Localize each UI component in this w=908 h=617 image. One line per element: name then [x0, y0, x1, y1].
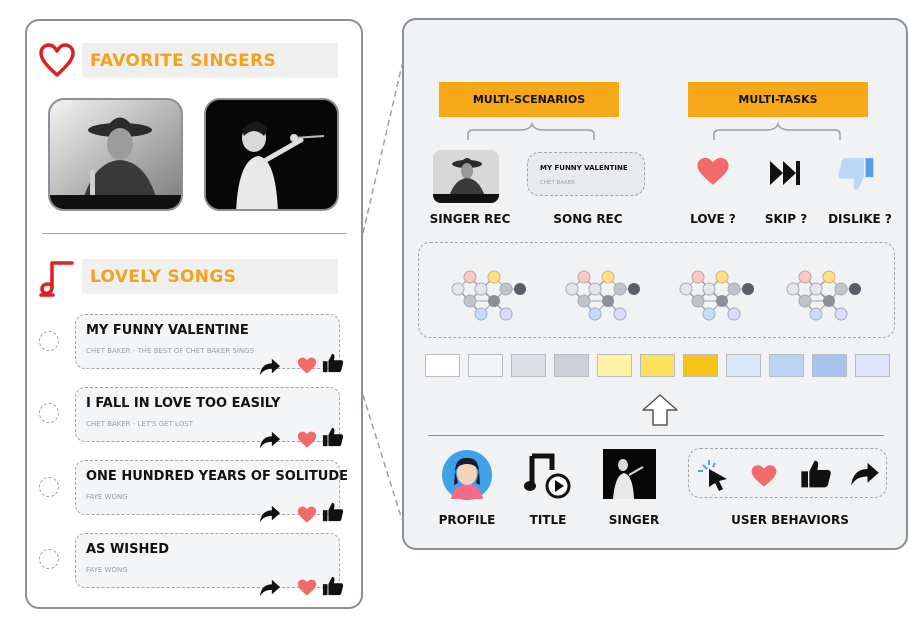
- song-subtitle: CHET BAKER - LET'S GET LOST: [86, 420, 193, 428]
- singer-photo-faye-wong[interactable]: [204, 98, 339, 211]
- share-arrow-icon[interactable]: [258, 577, 282, 599]
- singer-photo-graphic: [50, 100, 181, 209]
- heart-icon[interactable]: [296, 578, 318, 598]
- song-title: MY FUNNY VALENTINE: [86, 323, 249, 338]
- song-rec-label: SONG REC: [553, 212, 623, 226]
- share-arrow-icon[interactable]: [258, 429, 282, 451]
- singer-photo-graphic: [206, 100, 337, 209]
- singer-input-thumbnail: [603, 449, 656, 499]
- heart-icon: [749, 463, 779, 490]
- music-title-icon: [524, 453, 571, 499]
- share-arrow-icon[interactable]: [258, 503, 282, 525]
- expert-networks: [451, 270, 862, 321]
- song-subtitle: FAYE WONG: [86, 566, 128, 574]
- love-question-label: LOVE ?: [690, 212, 736, 226]
- embedding-cell-7: [683, 354, 718, 377]
- embedding-cell-3: [511, 354, 546, 377]
- lovely-songs-heading: LOVELY SONGS: [82, 259, 338, 294]
- song-radio-3[interactable]: [39, 477, 59, 497]
- embedding-cell-6: [640, 354, 675, 377]
- skip-forward-icon: [770, 161, 800, 185]
- singer-thumbnail-graphic: [433, 150, 499, 203]
- heart-icon: [694, 155, 732, 189]
- multi-scenarios-label: MULTI-SCENARIOS: [439, 82, 619, 117]
- heart-outline-icon: [39, 43, 75, 77]
- song-radio-2[interactable]: [39, 403, 59, 423]
- embedding-cell-4: [554, 354, 589, 377]
- song-rec-card-subtitle: CHET BAKER: [540, 180, 575, 186]
- heart-icon[interactable]: [296, 356, 318, 376]
- heart-icon[interactable]: [296, 430, 318, 450]
- embedding-cell-5: [597, 354, 632, 377]
- song-radio-4[interactable]: [39, 549, 59, 569]
- embedding-cell-11: [855, 354, 890, 377]
- song-subtitle: CHET BAKER - THE BEST OF CHET BAKER SING…: [86, 347, 255, 355]
- song-title: ONE HUNDRED YEARS OF SOLITUDE: [86, 469, 348, 484]
- song-radio-1[interactable]: [39, 331, 59, 351]
- cursor-click-icon: [698, 460, 727, 491]
- singer-rec-label: SINGER REC: [429, 212, 511, 226]
- embedding-cell-2: [468, 354, 503, 377]
- singer-label: SINGER: [608, 513, 660, 527]
- profile-label: PROFILE: [438, 513, 496, 527]
- music-note-icon: [39, 261, 74, 297]
- up-arrow-icon: [642, 394, 678, 426]
- input-separator: [428, 435, 884, 436]
- profile-avatar-icon: [442, 450, 492, 500]
- multi-tasks-label: MULTI-TASKS: [688, 82, 868, 117]
- embedding-cell-10: [812, 354, 847, 377]
- singer-thumbnail-graphic: [603, 449, 656, 499]
- embedding-cell-9: [769, 354, 804, 377]
- embedding-cell-1: [425, 354, 460, 377]
- favorite-singers-heading: FAVORITE SINGERS: [82, 43, 338, 78]
- section-divider: [42, 233, 347, 234]
- skip-question-label: SKIP ?: [764, 212, 808, 226]
- embedding-cell-8: [726, 354, 761, 377]
- dislike-question-label: DISLIKE ?: [828, 212, 892, 226]
- thumbs-up-icon: [800, 458, 832, 490]
- singer-rec-thumbnail: [433, 150, 499, 203]
- song-title: AS WISHED: [86, 542, 170, 557]
- song-rec-card-title: MY FUNNY VALENTINE: [540, 164, 628, 172]
- song-subtitle: FAYE WONG: [86, 493, 128, 501]
- song-rec-card: MY FUNNY VALENTINE CHET BAKER: [527, 152, 645, 196]
- share-arrow-icon[interactable]: [258, 356, 282, 378]
- share-arrow-icon: [848, 459, 882, 489]
- thumbs-down-icon: [838, 158, 874, 190]
- brace-connectors: [467, 121, 841, 140]
- heart-icon[interactable]: [296, 505, 318, 525]
- user-behaviors-label: USER BEHAVIORS: [731, 513, 849, 527]
- thumbs-up-icon[interactable]: [322, 575, 344, 597]
- title-label: TITLE: [529, 513, 567, 527]
- song-title: I FALL IN LOVE TOO EASILY: [86, 396, 281, 411]
- singer-photo-chet-baker[interactable]: [48, 98, 183, 211]
